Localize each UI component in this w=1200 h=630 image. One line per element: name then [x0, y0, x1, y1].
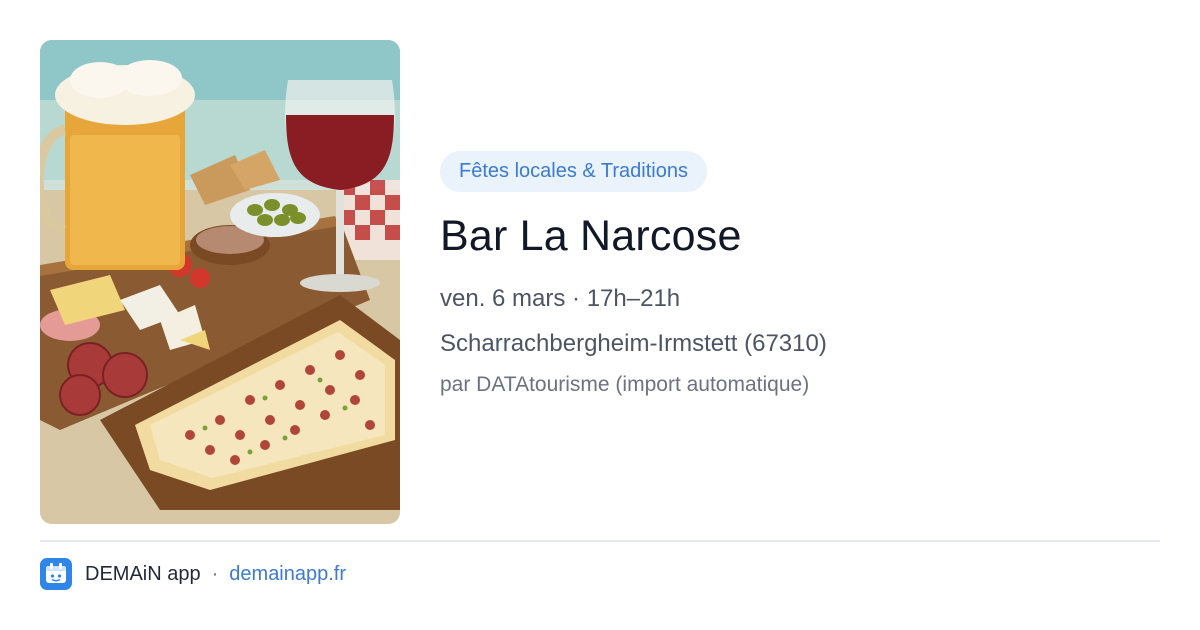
footer: DEMAiN app · demainapp.fr	[40, 558, 346, 590]
event-title: Bar La Narcose	[440, 212, 742, 260]
event-details: Fêtes locales & Traditions Bar La Narcos…	[440, 151, 1160, 399]
footer-separator: ·	[211, 562, 219, 585]
divider	[40, 540, 1160, 542]
category-badge[interactable]: Fêtes locales & Traditions	[440, 151, 707, 192]
app-website-link[interactable]: demainapp.fr	[229, 563, 346, 586]
event-location: Scharrachbergheim-Irmstett (67310)	[440, 330, 827, 357]
event-source: par DATAtourisme (import automatique)	[440, 373, 810, 396]
event-datetime: ven. 6 mars · 17h–21h	[440, 285, 681, 312]
event-card[interactable]: Fêtes locales & Traditions Bar La Narcos…	[0, 0, 1200, 630]
event-image	[40, 40, 400, 524]
app-name: DEMAiN app	[85, 562, 201, 585]
demain-logo-icon	[40, 558, 72, 590]
